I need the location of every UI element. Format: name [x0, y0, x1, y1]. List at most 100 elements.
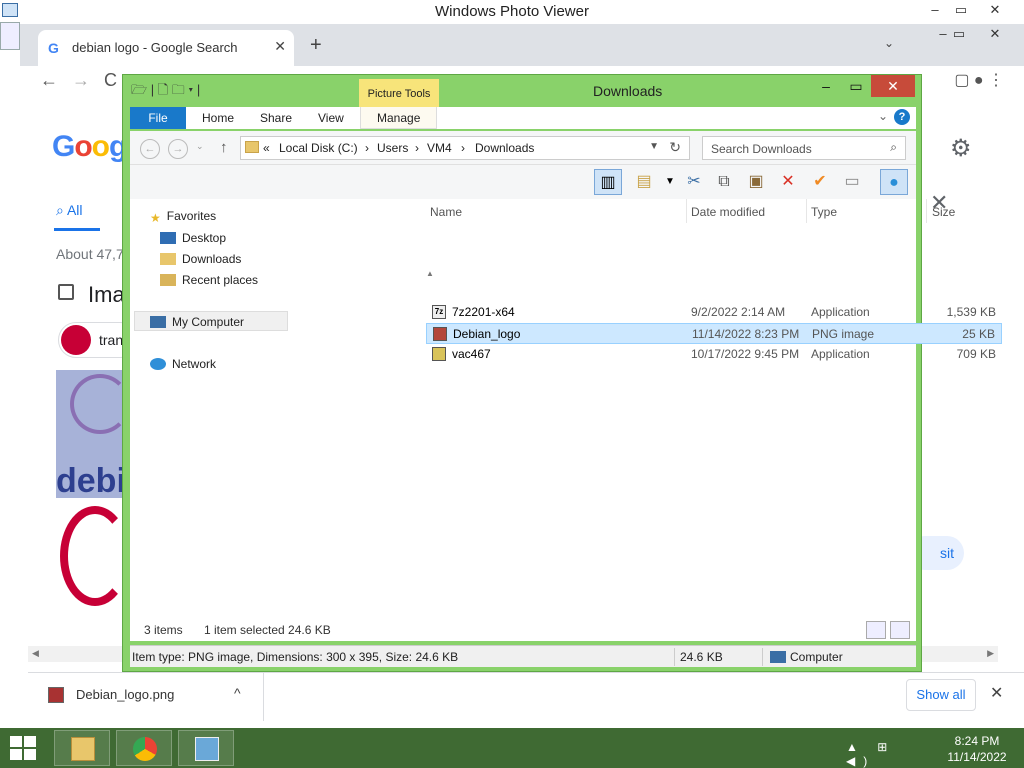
- chrome-toolbar-right-icons[interactable]: ▢ ● ⋮: [954, 70, 1004, 90]
- explorer-maximize-button[interactable]: ▭: [841, 75, 871, 97]
- column-separator[interactable]: [806, 199, 807, 223]
- explorer-minimize-button[interactable]: –: [811, 75, 841, 97]
- image-result-2[interactable]: [56, 500, 130, 620]
- selection-info: 1 item selected 24.6 KB: [204, 623, 331, 637]
- reload-icon[interactable]: C: [104, 70, 117, 91]
- preview-pane-icon[interactable]: ▥: [594, 169, 622, 195]
- taskbar-chrome[interactable]: [116, 730, 172, 766]
- cut-icon[interactable]: ✂: [680, 169, 708, 195]
- clock-date[interactable]: 11/14/2022: [942, 750, 1012, 764]
- search-box[interactable]: Search Downloads ⌕: [702, 136, 906, 160]
- quick-access-toolbar-icons[interactable]: 🗁 | 🗋 🗀 ▾ |: [131, 81, 200, 103]
- chrome-close-button[interactable]: ✕: [980, 24, 1010, 46]
- column-separator[interactable]: [686, 199, 687, 223]
- scroll-right-icon[interactable]: ▶: [987, 648, 994, 659]
- tab-manage[interactable]: Manage: [360, 107, 438, 129]
- photo-viewer-close-button[interactable]: ✕: [980, 0, 1010, 22]
- column-header-name[interactable]: Name: [430, 205, 462, 219]
- image-result-1[interactable]: debia: [56, 370, 126, 498]
- tab-file[interactable]: File: [130, 107, 186, 129]
- recent-places-icon: [160, 274, 176, 286]
- column-header-date[interactable]: Date modified: [691, 205, 765, 219]
- column-header-type[interactable]: Type: [811, 205, 837, 219]
- refresh-icon[interactable]: ↻: [669, 139, 681, 156]
- google-logo[interactable]: Goog: [52, 130, 127, 164]
- debian-wordmark: debia: [56, 462, 126, 498]
- paste-icon[interactable]: ▣: [742, 169, 770, 195]
- properties-icon[interactable]: ▤: [630, 169, 658, 195]
- large-icons-view-icon[interactable]: [890, 621, 910, 639]
- breadcrumb-users[interactable]: Users: [377, 141, 408, 155]
- picture-tools-label: Picture Tools: [359, 79, 439, 109]
- search-input[interactable]: Search Downloads: [711, 142, 812, 156]
- forward-arrow-icon[interactable]: →: [72, 70, 90, 91]
- column-separator[interactable]: [926, 199, 927, 223]
- help-icon[interactable]: ?: [894, 109, 910, 125]
- search-icon[interactable]: ⌕: [890, 140, 897, 155]
- tab-home[interactable]: Home: [202, 107, 234, 129]
- debian-swirl-icon: [60, 506, 130, 606]
- photo-viewer-maximize-button[interactable]: ▭: [946, 0, 976, 22]
- chrome-tab-google-search[interactable]: G debian logo - Google Search ✕: [38, 30, 294, 66]
- breadcrumb-separator[interactable]: ›: [415, 141, 419, 155]
- up-folder-icon[interactable]: ↑: [220, 139, 228, 156]
- column-header-size[interactable]: Size: [932, 205, 955, 219]
- file-row-selected[interactable]: Debian_logo 11/14/2022 8:23 PM PNG image…: [426, 323, 1002, 344]
- file-size: 709 KB: [956, 347, 996, 361]
- computer-icon: [770, 651, 786, 663]
- file-type: Application: [811, 347, 870, 361]
- taskbar-file-explorer[interactable]: [54, 730, 110, 766]
- rename-icon[interactable]: ▭: [838, 169, 866, 195]
- back-arrow-icon[interactable]: ←: [40, 70, 58, 91]
- globe-icon[interactable]: ●: [880, 169, 908, 195]
- breadcrumb-local-disk[interactable]: Local Disk (C:): [279, 141, 358, 155]
- breadcrumb-separator[interactable]: ›: [365, 141, 369, 155]
- new-tab-button[interactable]: +: [310, 34, 322, 57]
- start-button[interactable]: [10, 736, 38, 760]
- address-bar[interactable]: « Local Disk (C:) › Users › VM4 › Downlo…: [240, 136, 690, 160]
- breadcrumb-vm4[interactable]: VM4: [427, 141, 452, 155]
- file-type: PNG image: [812, 327, 875, 341]
- nav-recent-places[interactable]: Recent places: [160, 273, 258, 287]
- download-shelf: Debian_logo.png ^ Show all ✕: [28, 672, 1024, 721]
- nav-downloads[interactable]: Downloads: [160, 252, 241, 266]
- delete-icon[interactable]: ✕: [774, 169, 802, 195]
- copy-icon[interactable]: ⧉: [710, 169, 738, 195]
- close-download-shelf-icon[interactable]: ✕: [990, 683, 1003, 703]
- explorer-close-button[interactable]: ✕: [871, 75, 915, 97]
- back-button[interactable]: ←: [140, 139, 160, 159]
- explorer-titlebar: 🗁 | 🗋 🗀 ▾ | Picture Tools Downloads – ▭ …: [123, 75, 921, 109]
- close-tab-icon[interactable]: ✕: [274, 38, 286, 55]
- nav-favorites[interactable]: ★ Favorites: [150, 209, 216, 225]
- ribbon-expand[interactable]: ⌄?: [878, 109, 910, 125]
- tray-icons[interactable]: ▲ ⊞ ◀): [846, 740, 926, 768]
- tab-all[interactable]: ⌕ All: [56, 202, 83, 219]
- nav-desktop[interactable]: Desktop: [160, 231, 226, 245]
- download-item[interactable]: Debian_logo.png ^: [28, 673, 264, 721]
- settings-gear-icon[interactable]: ⚙: [950, 134, 972, 163]
- item-count: 3 items: [144, 623, 183, 637]
- address-dropdown-icon[interactable]: ▼: [649, 141, 659, 152]
- breadcrumb-overflow[interactable]: «: [263, 141, 270, 155]
- nav-my-computer[interactable]: My Computer: [150, 315, 244, 329]
- chevron-up-icon[interactable]: ^: [234, 685, 241, 701]
- nav-network[interactable]: Network: [150, 357, 216, 371]
- forward-button[interactable]: →: [168, 139, 188, 159]
- scroll-left-icon[interactable]: ◀: [32, 648, 39, 659]
- desktop-icon: [160, 232, 176, 244]
- show-all-button[interactable]: Show all: [906, 679, 976, 711]
- file-date: 9/2/2022 2:14 AM: [691, 305, 786, 319]
- recent-locations-chevron-icon[interactable]: ⌄: [196, 141, 204, 152]
- checkmark-icon[interactable]: ✔: [806, 169, 834, 195]
- file-row[interactable]: 7z 7z2201-x64 9/2/2022 2:14 AM Applicati…: [426, 302, 1002, 323]
- details-view-icon[interactable]: [866, 621, 886, 639]
- chrome-maximize-button[interactable]: ▭: [944, 24, 974, 46]
- breadcrumb-downloads[interactable]: Downloads: [475, 141, 534, 155]
- taskbar-photo-viewer[interactable]: [178, 730, 234, 766]
- clock-time[interactable]: 8:24 PM: [942, 734, 1012, 748]
- tab-share[interactable]: Share: [260, 107, 292, 129]
- tab-view[interactable]: View: [318, 107, 344, 129]
- file-row[interactable]: vac467 10/17/2022 9:45 PM Application 70…: [426, 344, 1002, 365]
- tab-search-chevron-icon[interactable]: ⌄: [884, 36, 894, 50]
- breadcrumb-separator[interactable]: ›: [461, 141, 465, 155]
